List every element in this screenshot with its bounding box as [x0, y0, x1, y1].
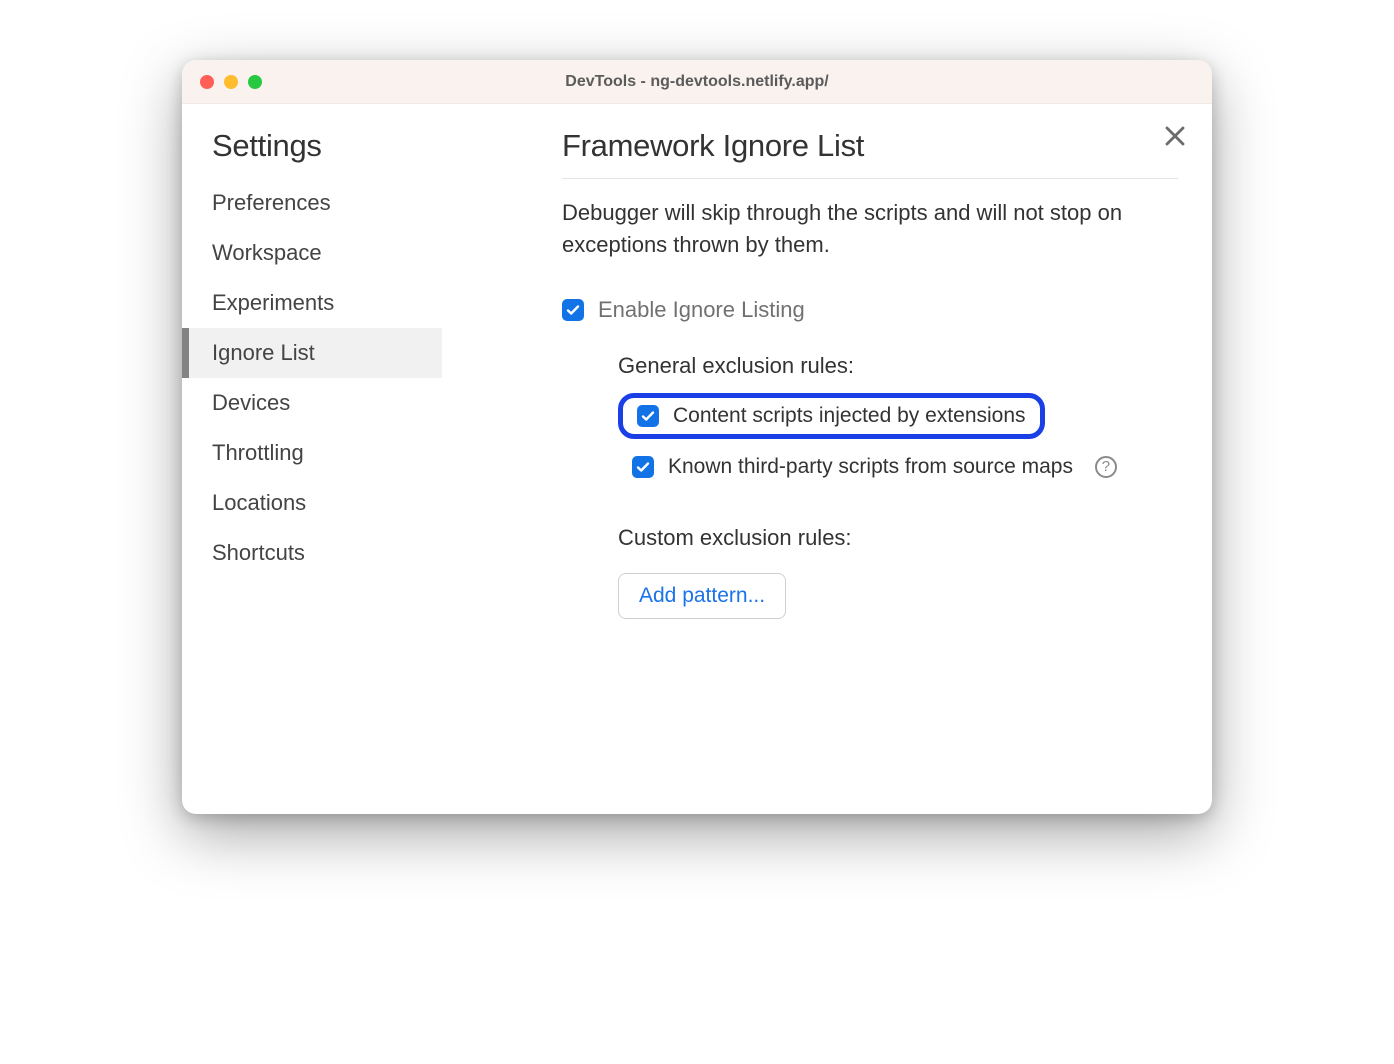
- sidebar-title: Settings: [182, 128, 442, 178]
- sidebar-item-label: Devices: [212, 390, 290, 415]
- sidebar-item-throttling[interactable]: Throttling: [182, 428, 442, 478]
- sidebar-item-devices[interactable]: Devices: [182, 378, 442, 428]
- rule-third-party-row[interactable]: Known third-party scripts from source ma…: [618, 447, 1178, 487]
- sidebar-item-preferences[interactable]: Preferences: [182, 178, 442, 228]
- sidebar-item-label: Ignore List: [212, 340, 315, 365]
- sidebar-item-ignore-list[interactable]: Ignore List: [182, 328, 442, 378]
- rule-third-party-checkbox[interactable]: [632, 456, 654, 478]
- sidebar-item-shortcuts[interactable]: Shortcuts: [182, 528, 442, 578]
- custom-rules-heading: Custom exclusion rules:: [618, 525, 1178, 551]
- window-title: DevTools - ng-devtools.netlify.app/: [182, 73, 1212, 91]
- sidebar-item-label: Workspace: [212, 240, 322, 265]
- sidebar-item-label: Preferences: [212, 190, 331, 215]
- add-pattern-button[interactable]: Add pattern...: [618, 573, 786, 619]
- sidebar-item-label: Experiments: [212, 290, 334, 315]
- enable-ignore-listing-label: Enable Ignore Listing: [598, 297, 805, 323]
- window-titlebar: DevTools - ng-devtools.netlify.app/: [182, 60, 1212, 104]
- sidebar-item-label: Throttling: [212, 440, 304, 465]
- general-rules-heading: General exclusion rules:: [618, 353, 1178, 379]
- settings-body: Settings Preferences Workspace Experimen…: [182, 104, 1212, 814]
- rule-content-scripts-row[interactable]: Content scripts injected by extensions: [618, 393, 1045, 439]
- settings-main: Framework Ignore List Debugger will skip…: [442, 104, 1212, 814]
- sidebar-item-workspace[interactable]: Workspace: [182, 228, 442, 278]
- window-maximize-button[interactable]: [248, 75, 262, 89]
- window-minimize-button[interactable]: [224, 75, 238, 89]
- rule-third-party-label: Known third-party scripts from source ma…: [668, 455, 1073, 479]
- traffic-lights: [182, 75, 262, 89]
- sidebar-item-label: Locations: [212, 490, 306, 515]
- enable-ignore-listing-row[interactable]: Enable Ignore Listing: [562, 297, 1178, 323]
- page-title: Framework Ignore List: [562, 128, 1178, 179]
- enable-ignore-listing-checkbox[interactable]: [562, 299, 584, 321]
- close-icon[interactable]: [1164, 124, 1186, 152]
- help-icon[interactable]: ?: [1095, 456, 1117, 478]
- sidebar-item-experiments[interactable]: Experiments: [182, 278, 442, 328]
- settings-sidebar: Settings Preferences Workspace Experimen…: [182, 104, 442, 814]
- sidebar-item-locations[interactable]: Locations: [182, 478, 442, 528]
- rule-content-scripts-checkbox[interactable]: [637, 405, 659, 427]
- devtools-settings-window: DevTools - ng-devtools.netlify.app/ Sett…: [182, 60, 1212, 814]
- rule-content-scripts-label: Content scripts injected by extensions: [673, 404, 1026, 428]
- add-pattern-label: Add pattern...: [639, 584, 765, 607]
- window-close-button[interactable]: [200, 75, 214, 89]
- sidebar-item-label: Shortcuts: [212, 540, 305, 565]
- general-rules-group: Content scripts injected by extensions K…: [618, 393, 1178, 487]
- page-description: Debugger will skip through the scripts a…: [562, 197, 1178, 261]
